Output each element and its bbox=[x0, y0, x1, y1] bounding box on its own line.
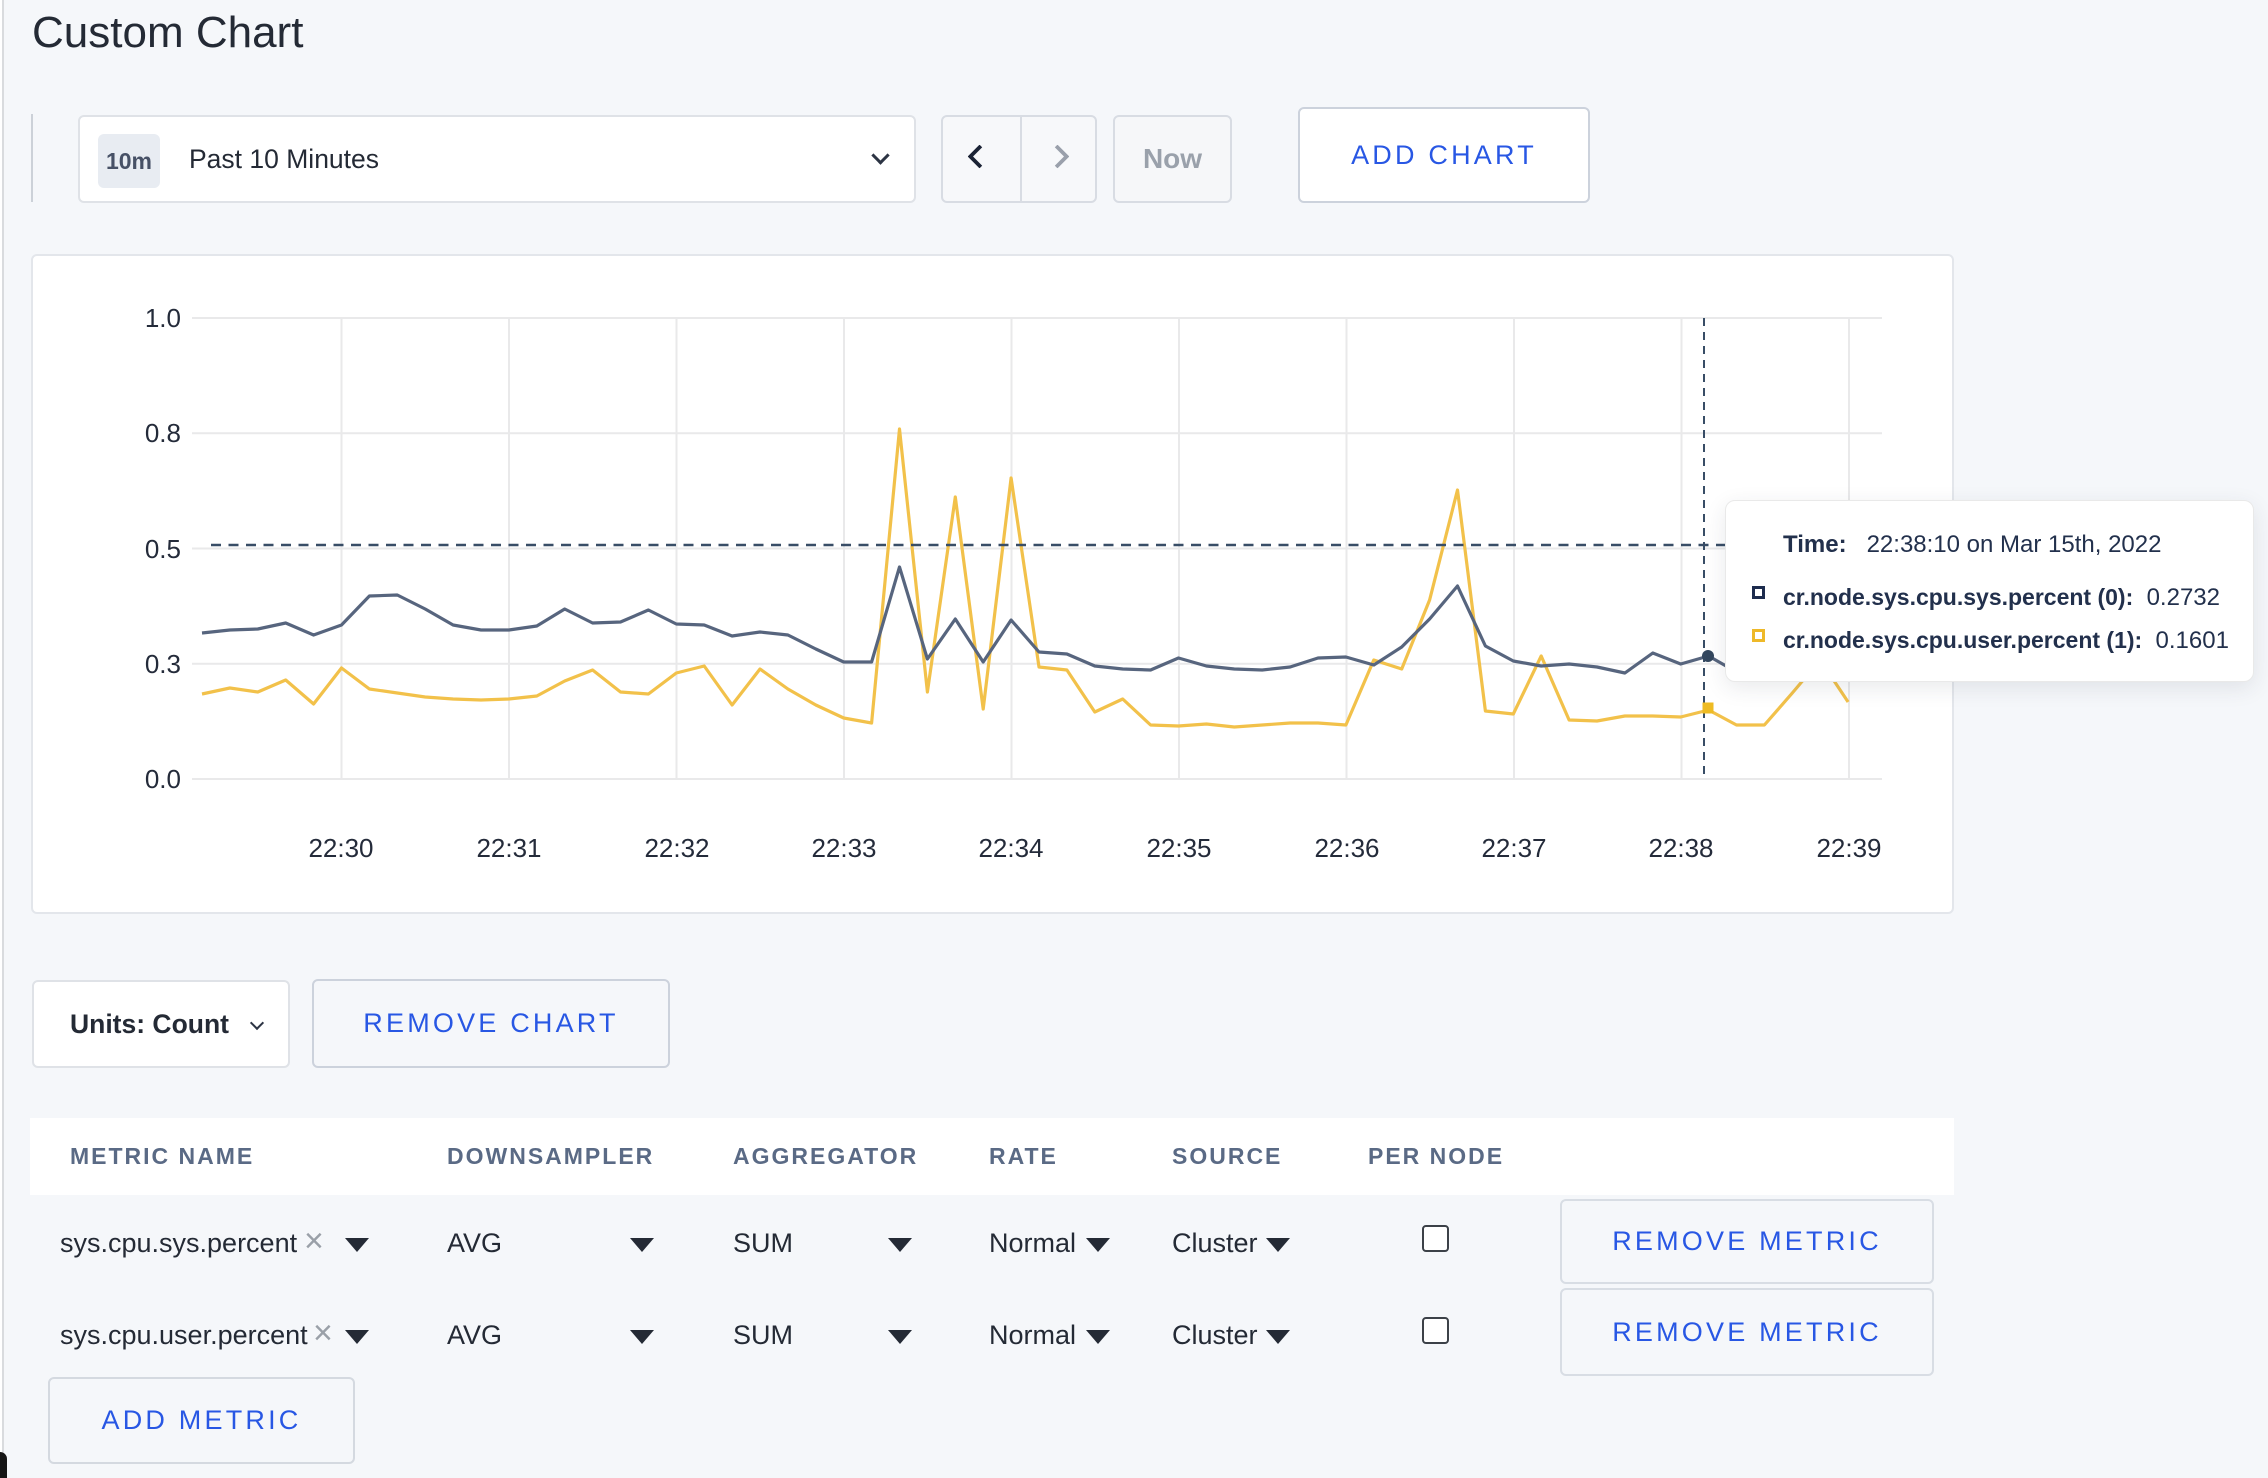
svg-text:22:33: 22:33 bbox=[811, 833, 876, 863]
svg-text:22:39: 22:39 bbox=[1816, 833, 1881, 863]
svg-text:22:34: 22:34 bbox=[978, 833, 1043, 863]
svg-text:22:31: 22:31 bbox=[476, 833, 541, 863]
svg-text:0.0: 0.0 bbox=[145, 764, 181, 794]
svg-text:0.8: 0.8 bbox=[145, 418, 181, 448]
svg-text:22:36: 22:36 bbox=[1314, 833, 1379, 863]
svg-text:22:37: 22:37 bbox=[1481, 833, 1546, 863]
svg-text:22:35: 22:35 bbox=[1146, 833, 1211, 863]
svg-text:22:38: 22:38 bbox=[1648, 833, 1713, 863]
svg-text:0.3: 0.3 bbox=[145, 649, 181, 679]
svg-text:1.0: 1.0 bbox=[145, 303, 181, 333]
svg-text:22:32: 22:32 bbox=[644, 833, 709, 863]
svg-text:0.5: 0.5 bbox=[145, 534, 181, 564]
svg-text:22:30: 22:30 bbox=[308, 833, 373, 863]
